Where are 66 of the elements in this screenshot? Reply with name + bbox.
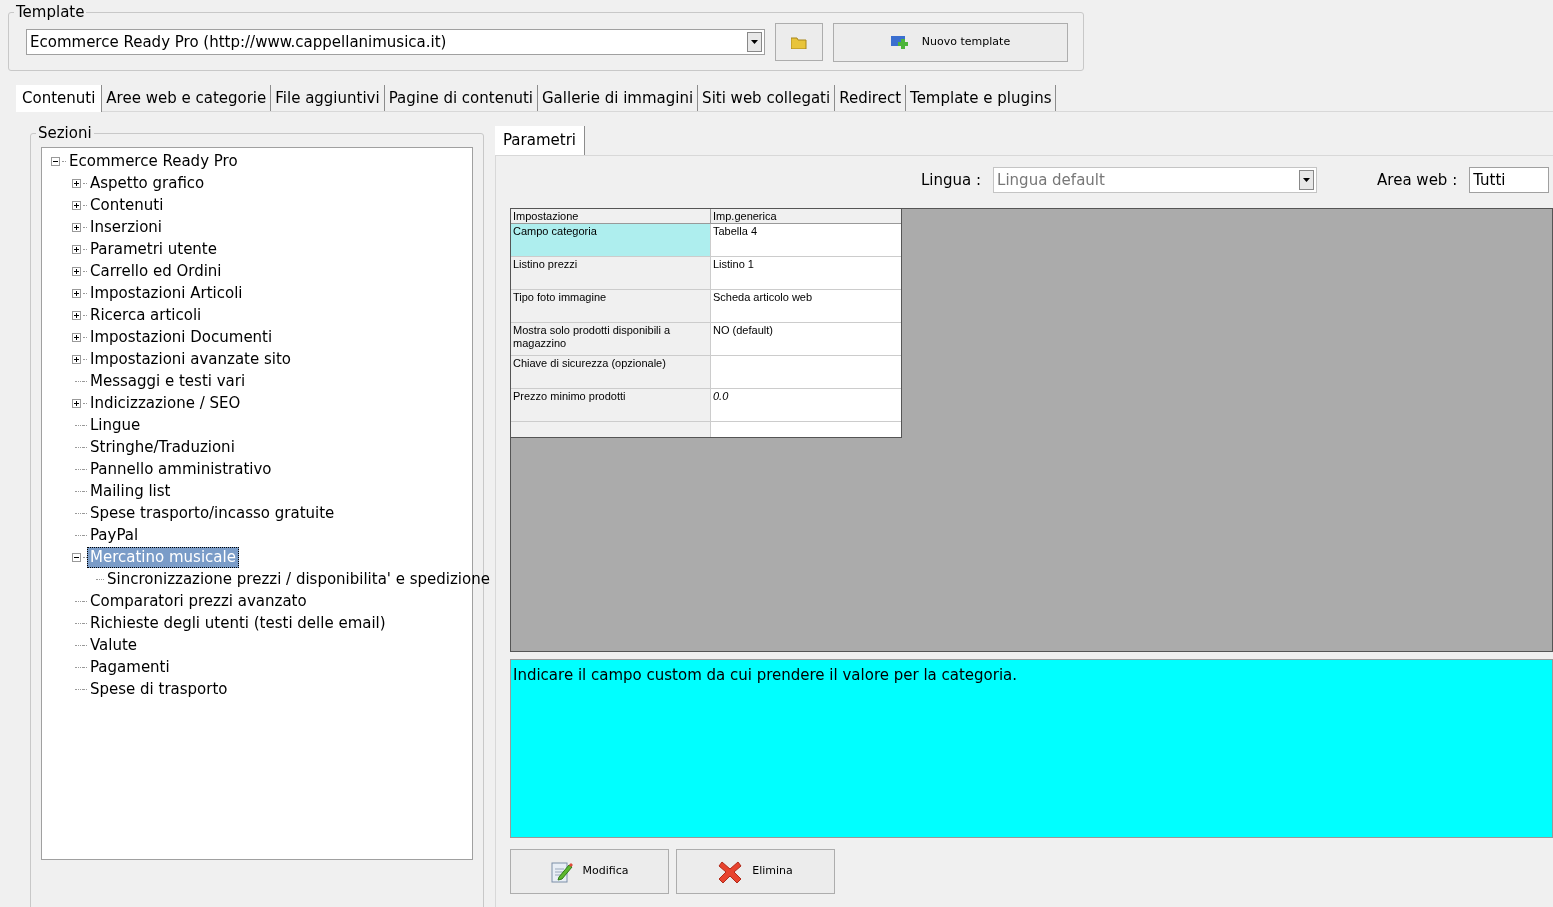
new-template-button[interactable]: Nuovo template — [833, 23, 1068, 62]
tree-item[interactable]: Sincronizzazione prezzi / disponibilita' e spedizione — [104, 568, 493, 590]
add-window-icon — [890, 35, 910, 50]
table-cell[interactable]: NO (default) — [713, 324, 773, 336]
expand-icon[interactable] — [71, 310, 81, 320]
description-text: Indicare il campo custom da cui prendere il valore per la categoria. — [513, 666, 1018, 684]
pencil-document-icon — [550, 859, 573, 884]
tree-item[interactable]: Valute — [87, 634, 141, 656]
expand-icon[interactable] — [71, 222, 81, 232]
tree-item[interactable]: Impostazioni Documenti — [87, 326, 276, 348]
area-web-field[interactable]: Tutti — [1469, 167, 1550, 193]
expand-icon[interactable] — [71, 244, 81, 254]
tree-item[interactable]: Impostazioni Articoli — [87, 282, 246, 304]
table-cell[interactable]: Campo categoria — [511, 224, 711, 256]
tree-item[interactable]: Pagamenti — [87, 656, 173, 678]
tree-item[interactable]: Spese di trasporto — [87, 678, 231, 700]
cross-icon — [718, 859, 743, 884]
tree-item[interactable]: Carrello ed Ordini — [87, 260, 225, 282]
expand-icon[interactable] — [71, 354, 81, 364]
table-cell[interactable]: 0.0 — [713, 390, 729, 402]
tree-item[interactable]: Richieste degli utenti (testi delle email) — [87, 612, 389, 634]
table-cell[interactable]: Chiave di sicurezza (opzionale) — [511, 356, 711, 388]
collapse-icon[interactable] — [71, 552, 81, 562]
table-cell[interactable]: Scheda articolo web — [713, 291, 813, 303]
column-header: Imp.generica — [712, 209, 778, 223]
tree-item[interactable]: Ecommerce Ready Pro — [66, 150, 241, 172]
tree-item[interactable]: Mailing list — [87, 480, 174, 502]
tree-item[interactable]: Pannello amministrativo — [87, 458, 275, 480]
tree-item[interactable]: Messaggi e testi vari — [87, 370, 249, 392]
tree-item[interactable]: Lingue — [87, 414, 144, 436]
tree-item[interactable]: Comparatori prezzi avanzato — [87, 590, 310, 612]
template-dropdown[interactable]: Ecommerce Ready Pro (http://www.cappellanimusica.it) — [26, 29, 765, 55]
tree-item[interactable]: Parametri utente — [87, 238, 220, 260]
language-dropdown[interactable]: Lingua default — [993, 167, 1318, 193]
tab[interactable]: Template e plugins — [906, 85, 1057, 111]
expand-icon[interactable] — [71, 266, 81, 276]
expand-icon[interactable] — [71, 398, 81, 408]
table-cell[interactable]: Tabella 4 — [713, 225, 758, 237]
tree-item[interactable]: Spese trasporto/incasso gratuite — [87, 502, 338, 524]
edit-button[interactable]: Modifica — [510, 849, 669, 894]
collapse-icon[interactable] — [50, 156, 60, 166]
table-cell[interactable]: Tipo foto immagine — [511, 290, 711, 322]
expand-icon[interactable] — [71, 288, 81, 298]
tree-item[interactable]: Stringhe/Traduzioni — [87, 436, 238, 458]
table-cell[interactable]: Listino prezzi — [511, 257, 711, 289]
field-label: Lingua : — [921, 169, 982, 191]
table-cell[interactable]: Mostra solo prodotti disponibili a magazzino — [511, 323, 711, 355]
tree-item[interactable]: Indicizzazione / SEO — [87, 392, 244, 414]
tree-item[interactable]: Contenuti — [87, 194, 167, 216]
group-label: Template — [14, 3, 87, 21]
folder-icon — [791, 35, 807, 49]
expand-icon[interactable] — [71, 200, 81, 210]
column-header: Impostazione — [511, 209, 711, 223]
expand-icon[interactable] — [71, 178, 81, 188]
tree-item[interactable]: Impostazioni avanzate sito — [87, 348, 295, 370]
field-label: Area web : — [1377, 169, 1458, 191]
tab[interactable]: Contenuti — [16, 85, 103, 112]
delete-button[interactable]: Elimina — [676, 849, 835, 894]
table-cell[interactable]: Listino 1 — [713, 258, 754, 270]
tab[interactable]: Parametri — [495, 126, 585, 155]
tree-item[interactable]: Aspetto grafico — [87, 172, 208, 194]
table-cell[interactable]: Prezzo minimo prodotti — [511, 389, 711, 421]
tree-item[interactable]: Inserzioni — [87, 216, 166, 238]
tree-item[interactable]: PayPal — [87, 524, 142, 546]
tree-item[interactable]: Ricerca articoli — [87, 304, 205, 326]
expand-icon[interactable] — [71, 332, 81, 342]
